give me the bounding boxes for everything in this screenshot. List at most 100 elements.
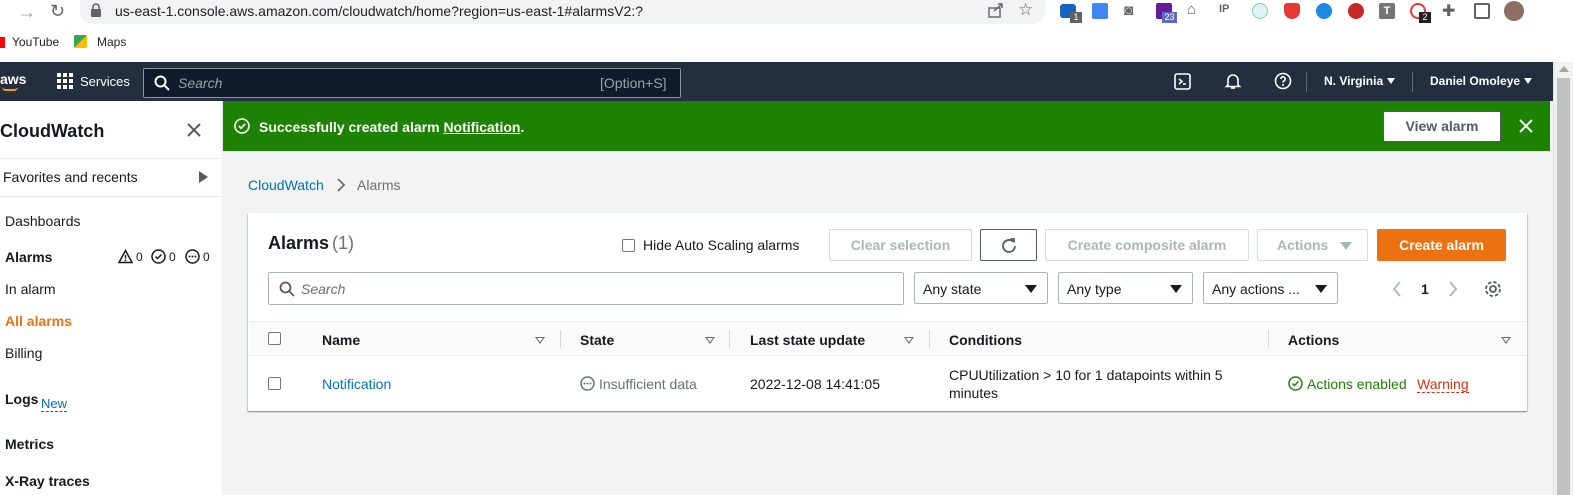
bookmark-youtube[interactable]: YouTube (12, 35, 59, 49)
actions-filter-select[interactable]: Any actions ... (1203, 272, 1338, 304)
sidebar: CloudWatch Favorites and recents Dashboa… (0, 101, 223, 495)
sidebar-item-billing[interactable]: Billing (5, 345, 42, 361)
bookmark-maps[interactable]: Maps (97, 35, 126, 49)
services-menu[interactable]: Services (80, 74, 130, 89)
gear-icon[interactable] (1484, 280, 1502, 303)
alarm-conditions-line2: minutes (949, 385, 999, 401)
global-search-input[interactable]: Search [Option+S] (143, 68, 681, 98)
sort-icon[interactable] (705, 337, 715, 344)
sidepanel-icon[interactable] (1474, 3, 1490, 19)
sidebar-item-alarms[interactable]: Alarms (5, 249, 52, 265)
select-all-checkbox[interactable] (268, 332, 281, 345)
share-icon[interactable] (988, 2, 1004, 23)
chevron-right-icon[interactable] (199, 171, 208, 183)
ip-icon[interactable]: IP (1219, 3, 1229, 15)
services-grid-icon[interactable] (57, 73, 73, 94)
create-composite-alarm-button[interactable]: Create composite alarm (1045, 229, 1249, 261)
sort-icon[interactable] (904, 337, 914, 344)
create-alarm-button[interactable]: Create alarm (1377, 229, 1506, 261)
scrollbar-thumb[interactable] (1557, 78, 1570, 495)
column-divider[interactable] (729, 330, 730, 348)
hide-autoscaling-checkbox[interactable] (622, 239, 635, 252)
nav-divider (1306, 72, 1307, 92)
favorites-section[interactable]: Favorites and recents (3, 169, 138, 185)
insufficient-data-icon (580, 376, 595, 396)
star-icon[interactable]: ☆ (1018, 0, 1033, 20)
flash-suffix: . (520, 119, 525, 135)
sidebar-divider (0, 158, 222, 159)
alarm-count-insufficient: 0 (203, 250, 210, 264)
lastpass-icon[interactable] (1348, 3, 1364, 19)
sidebar-item-metrics[interactable]: Metrics (5, 436, 54, 452)
column-divider[interactable] (560, 330, 561, 348)
url-text: us-east-1.console.aws.amazon.com/cloudwa… (115, 3, 643, 19)
column-header-name[interactable]: Name (322, 332, 360, 348)
alarm-name-link[interactable]: Notification (322, 376, 391, 392)
next-page-icon[interactable] (1448, 281, 1458, 302)
actions-dropdown[interactable]: Actions (1257, 229, 1368, 261)
row-checkbox[interactable] (268, 377, 281, 390)
column-header-last-update[interactable]: Last state update (750, 332, 865, 348)
forward-icon[interactable]: → (18, 2, 36, 23)
sidebar-item-logs[interactable]: Logs (5, 391, 38, 407)
page-scrollbar[interactable] (1553, 62, 1573, 495)
page-number[interactable]: 1 (1421, 281, 1429, 297)
extension-badge: 2 (1419, 12, 1431, 23)
region-selector[interactable]: N. Virginia (1324, 74, 1383, 88)
account-menu[interactable]: Daniel Omoleye (1430, 74, 1520, 88)
sort-icon[interactable] (535, 337, 545, 344)
dismiss-icon[interactable] (1519, 119, 1533, 138)
golf-icon[interactable] (1252, 3, 1268, 19)
flash-message: Successfully created alarm Notification. (259, 119, 524, 135)
aws-logo-smile (2, 87, 18, 91)
scrollbar-up-arrow[interactable] (1559, 66, 1569, 72)
address-bar[interactable]: us-east-1.console.aws.amazon.com/cloudwa… (80, 0, 1045, 24)
youtube-icon (0, 37, 5, 48)
puzzle-icon[interactable]: ✚ (1442, 1, 1455, 21)
refresh-icon (1000, 237, 1018, 260)
sidebar-item-dashboards[interactable]: Dashboards (5, 213, 81, 229)
bell-icon[interactable] (1224, 72, 1242, 95)
alarm-search-input[interactable]: Search (268, 272, 904, 305)
column-divider[interactable] (929, 330, 930, 348)
hide-autoscaling-label[interactable]: Hide Auto Scaling alarms (643, 237, 799, 253)
translate-icon[interactable] (1092, 3, 1108, 19)
alarm-state: Insufficient data (599, 376, 697, 392)
camera-icon[interactable]: ◙ (1124, 2, 1133, 19)
column-header-state[interactable]: State (580, 332, 614, 348)
prev-page-icon[interactable] (1392, 281, 1402, 302)
column-header-actions[interactable]: Actions (1288, 332, 1339, 348)
type-filter-select[interactable]: Any type (1058, 272, 1193, 304)
close-icon[interactable] (186, 122, 202, 143)
breadcrumb-cloudwatch[interactable]: CloudWatch (248, 177, 324, 193)
flash-alarm-link[interactable]: Notification (443, 119, 520, 135)
search-icon (279, 281, 295, 302)
clear-selection-button[interactable]: Clear selection (829, 229, 972, 261)
sidebar-title[interactable]: CloudWatch (0, 121, 104, 142)
success-icon (1288, 376, 1303, 396)
aws-logo[interactable]: aws (0, 71, 26, 87)
actions-warning-link[interactable]: Warning (1417, 376, 1469, 393)
sidebar-item-xray[interactable]: X-Ray traces (5, 473, 90, 489)
nav-divider (1412, 72, 1413, 92)
sort-icon[interactable] (1501, 337, 1511, 344)
cloudshell-icon[interactable] (1174, 73, 1191, 95)
avatar[interactable] (1504, 1, 1524, 21)
actions-enabled-status: Actions enabled (1307, 376, 1407, 392)
bank-icon[interactable]: ⌂ (1187, 1, 1196, 18)
state-filter-select[interactable]: Any state (914, 272, 1048, 304)
t-icon[interactable]: T (1379, 3, 1395, 19)
success-flash-banner: Successfully created alarm Notification.… (223, 101, 1550, 151)
help-icon[interactable] (1274, 72, 1292, 95)
reload-icon[interactable]: ↻ (50, 1, 65, 22)
refresh-button[interactable] (980, 229, 1037, 261)
shield-icon[interactable] (1284, 3, 1300, 19)
view-alarm-button[interactable]: View alarm (1383, 111, 1501, 142)
column-divider[interactable] (1268, 330, 1269, 348)
column-header-conditions[interactable]: Conditions (949, 332, 1022, 348)
pulse-icon[interactable] (1316, 3, 1332, 19)
alarm-count-ok: 0 (169, 250, 176, 264)
sidebar-item-all-alarms[interactable]: All alarms (5, 313, 72, 329)
chevron-down-icon (1315, 285, 1327, 293)
sidebar-item-in-alarm[interactable]: In alarm (5, 281, 56, 297)
